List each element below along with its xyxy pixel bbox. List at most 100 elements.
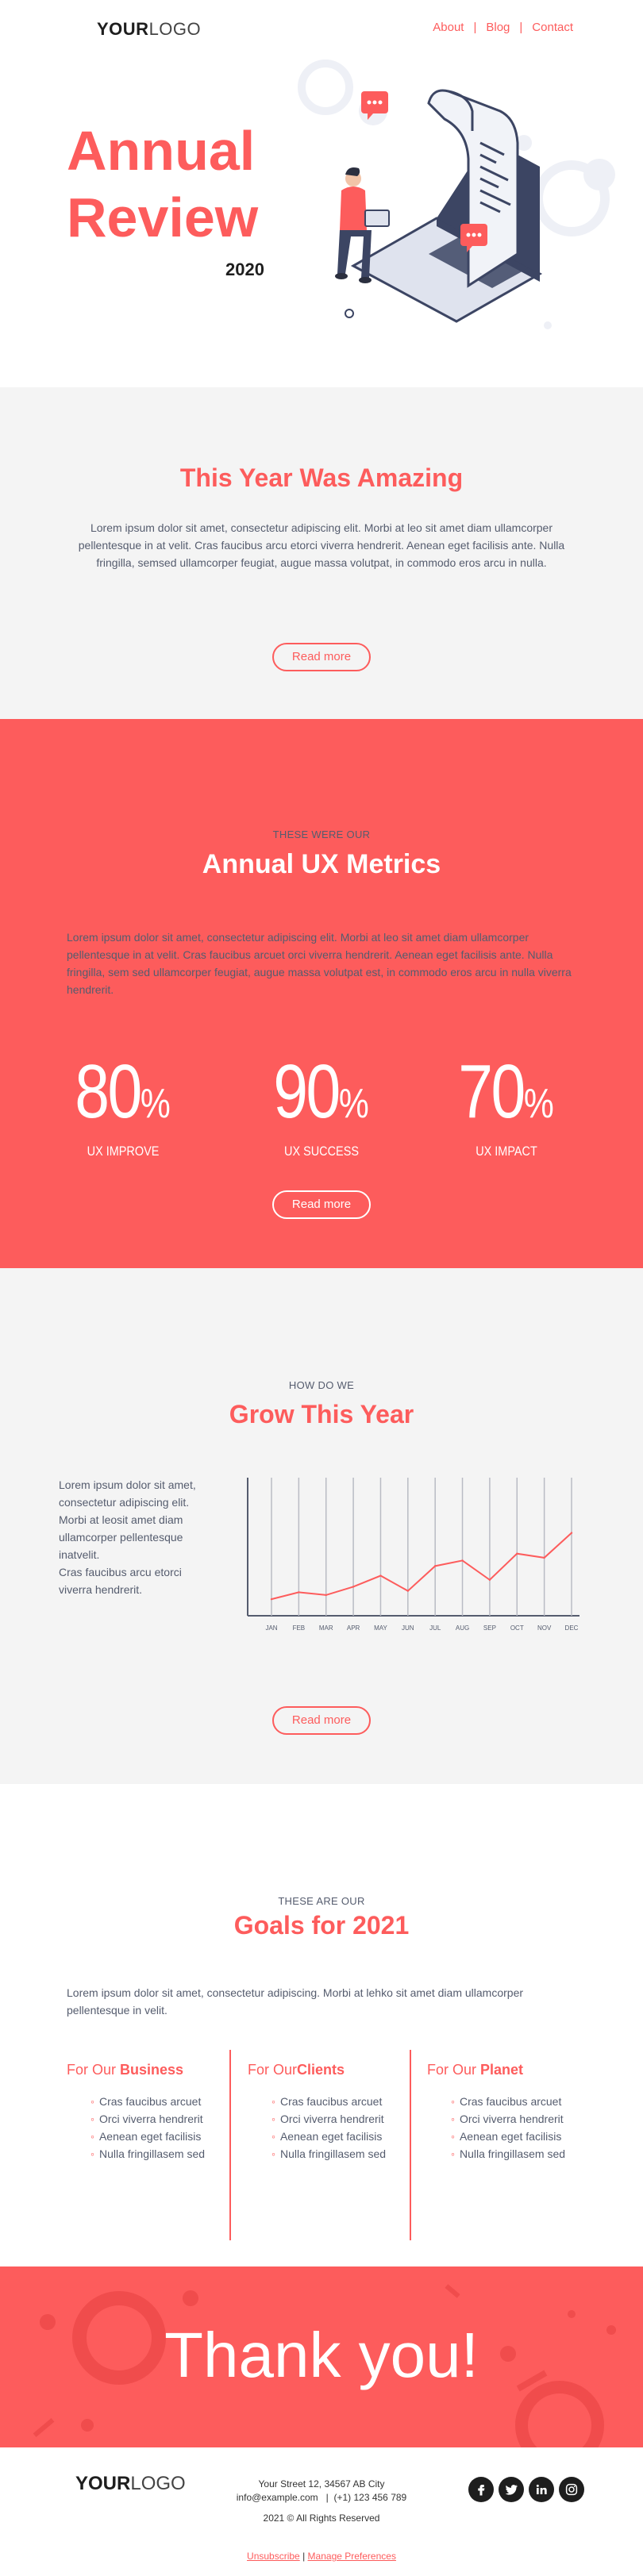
grow-text-line: viverra hendrerit. <box>59 1583 143 1596</box>
amazing-read-more-button[interactable]: Read more <box>272 643 371 671</box>
section-amazing: This Year Was Amazing Lorem ipsum dolor … <box>0 387 643 719</box>
chart-data-point <box>406 1590 410 1592</box>
email-root: YOURLOGO About | Blog | Contact Annual Revie… <box>0 0 643 2576</box>
goal-list: Cras faucibus arcuet Orci viverra hendre… <box>67 2093 233 2163</box>
linkedin-icon[interactable] <box>529 2477 554 2502</box>
grow-read-more-button[interactable]: Read more <box>272 1706 371 1735</box>
chart-data-point <box>516 1552 518 1555</box>
footer-links: Unsubscribe | Manage Preferences <box>0 2551 643 2562</box>
goal-item: Aenean eget facilisis <box>90 2128 233 2145</box>
section-thanks: Thank you! <box>0 2266 643 2447</box>
nav-link-contact[interactable]: Contact <box>532 21 573 34</box>
footer: YOURLOGO Your Street 12, 34567 AB City i… <box>0 2447 643 2576</box>
grow-text-line: consectetur adipiscing elit. <box>59 1496 190 1509</box>
grow-title: Grow This Year <box>229 1400 414 1428</box>
chart-data-point <box>543 1556 545 1559</box>
unsubscribe-link[interactable]: Unsubscribe <box>247 2551 300 2562</box>
chart-data-point <box>298 1591 300 1594</box>
metrics-eyebrow: THESE WERE OUR <box>272 829 371 840</box>
footer-separator: | <box>302 2551 306 2562</box>
footer-address-block: Your Street 12, 34567 AB City info@examp… <box>222 2478 421 2505</box>
grow-eyebrow: HOW DO WE <box>288 1379 355 1391</box>
thank-you-text: Thank you! <box>164 2320 479 2390</box>
goal-item: Nulla fringillasem sed <box>271 2145 414 2163</box>
chart-x-tick-label: APR <box>347 1624 360 1632</box>
hero-illustration <box>298 60 615 329</box>
goal-item: Cras faucibus arcuet <box>451 2093 594 2110</box>
footer-contact: info@example.com | (+1) 123 456 789 <box>222 2491 421 2505</box>
goal-heading: For Our Business <box>67 2062 184 2078</box>
goal-list: Cras faucibus arcuet Orci viverra hendre… <box>248 2093 414 2163</box>
header-logo[interactable]: YOURLOGO <box>97 19 201 40</box>
chart-series-line <box>271 1532 572 1601</box>
goal-list: Cras faucibus arcuet Orci viverra hendre… <box>427 2093 594 2163</box>
nav-separator: | <box>519 21 523 34</box>
goal-heading: For Our Planet <box>427 2062 524 2078</box>
footer-separator: | <box>325 2492 329 2503</box>
chart-data-point <box>488 1578 491 1581</box>
goal-divider <box>410 2050 411 2240</box>
manage-preferences-link[interactable]: Manage Preferences <box>308 2551 396 2562</box>
metric-value: 70% <box>458 1049 555 1134</box>
nav-separator: | <box>473 21 477 34</box>
footer-phone[interactable]: (+1) 123 456 789 <box>333 2492 406 2503</box>
metric-ux-impact: 70% UX IMPACT <box>427 1054 586 1159</box>
goal-item: Nulla fringillasem sed <box>451 2145 594 2163</box>
metric-label: UX IMPACT <box>476 1144 537 1159</box>
metric-ux-success: 90% UX SUCCESS <box>242 1054 401 1159</box>
goal-column-business: For Our Business Cras faucibus arcuet Or… <box>67 2062 233 2163</box>
goal-item: Cras faucibus arcuet <box>90 2093 233 2110</box>
grow-text: Lorem ipsum dolor sit amet, consectetur … <box>59 1476 225 1598</box>
nav-link-about[interactable]: About <box>433 21 464 34</box>
chart-data-point <box>352 1586 355 1588</box>
metric-ux-improve: 80% UX IMPROVE <box>44 1054 202 1159</box>
section-grow: HOW DO WE Grow This Year Lorem ipsum dol… <box>0 1268 643 1784</box>
chart-x-tick-label: NOV <box>537 1624 552 1632</box>
chart-data-point <box>433 1565 437 1567</box>
goal-item: Nulla fringillasem sed <box>90 2145 233 2163</box>
chart-x-tick-label: MAR <box>319 1624 333 1632</box>
hero-title-line2: Review <box>67 186 259 248</box>
chart-data-point <box>570 1532 573 1534</box>
chart-data-point <box>325 1594 327 1597</box>
social-links <box>468 2477 584 2502</box>
grow-text-line: inatvelit. <box>59 1548 100 1561</box>
section-metrics: THESE WERE OUR Annual UX Metrics Lorem i… <box>0 719 643 1268</box>
logo-light-text: LOGO <box>148 19 202 39</box>
goal-item: Orci viverra hendrerit <box>451 2110 594 2128</box>
twitter-icon[interactable] <box>499 2477 524 2502</box>
goal-column-planet: For Our Planet Cras faucibus arcuet Orci… <box>427 2062 594 2163</box>
footer-email[interactable]: info@example.com <box>237 2492 318 2503</box>
metric-label: UX SUCCESS <box>284 1144 359 1159</box>
metrics-text: Lorem ipsum dolor sit amet, consectetur … <box>67 931 572 996</box>
goal-item: Orci viverra hendrerit <box>90 2110 233 2128</box>
logo-light-text: LOGO <box>130 2473 186 2494</box>
footer-copyright: 2021 © All Rights Reserved <box>263 2513 380 2524</box>
chart-x-tick-label: SEP <box>483 1624 496 1632</box>
goal-heading: For OurClients <box>248 2062 345 2078</box>
amazing-text: Lorem ipsum dolor sit amet, consectetur … <box>78 521 565 569</box>
goals-eyebrow: THESE ARE OUR <box>278 1895 365 1907</box>
chart-x-tick-label: FEB <box>293 1624 306 1632</box>
grow-text-line: Lorem ipsum dolor sit amet, <box>59 1478 196 1491</box>
chart-data-point <box>379 1574 382 1577</box>
grow-text-line: Cras faucibus arcu etorci <box>59 1566 182 1578</box>
footer-logo[interactable]: YOURLOGO <box>75 2473 186 2495</box>
grow-text-line: Morbi at leosit amet diam <box>59 1513 183 1526</box>
chart-x-tick-label: AUG <box>456 1624 469 1632</box>
chart-x-tick-label: JUN <box>402 1624 414 1632</box>
facebook-icon[interactable] <box>468 2477 494 2502</box>
nav-link-blog[interactable]: Blog <box>486 21 510 34</box>
instagram-icon[interactable] <box>559 2477 584 2502</box>
goal-item: Orci viverra hendrerit <box>271 2110 414 2128</box>
metrics-read-more-button[interactable]: Read more <box>272 1190 371 1219</box>
goals-title: Goals for 2021 <box>233 1911 410 1940</box>
hero-title-line1: Annual <box>67 120 256 182</box>
chart-x-tick-label: MAY <box>374 1624 387 1632</box>
logo-bold-text: YOUR <box>97 19 149 39</box>
metrics-title: Annual UX Metrics <box>202 849 441 879</box>
section-goals: THESE ARE OUR Goals for 2021 Lorem ipsum… <box>0 1784 643 2266</box>
chart-x-tick-label: DEC <box>565 1624 579 1632</box>
hero-title: Annual Review <box>67 117 258 251</box>
chart-x-tick-label: JUL <box>429 1624 441 1632</box>
